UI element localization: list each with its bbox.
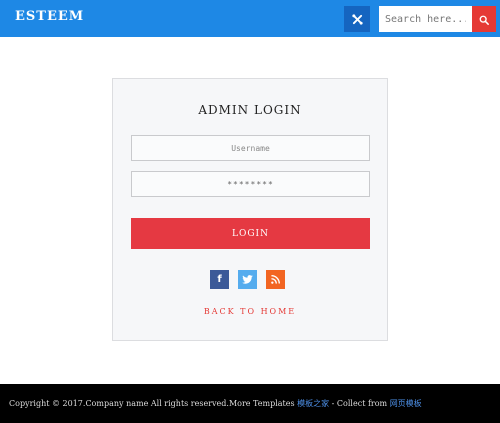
search-icon: [479, 10, 489, 29]
password-field[interactable]: [131, 171, 370, 197]
site-logo[interactable]: ESTEEM: [15, 9, 84, 24]
social-links: f: [210, 270, 285, 289]
page-footer: Copyright © 2017.Company name All rights…: [0, 384, 500, 423]
login-button[interactable]: LOGIN: [131, 218, 370, 249]
search-input[interactable]: [379, 6, 472, 32]
search-button[interactable]: [472, 6, 496, 32]
username-field[interactable]: [131, 135, 370, 161]
facebook-icon[interactable]: f: [210, 270, 229, 289]
footer-copyright: Copyright © 2017.Company name All rights…: [9, 398, 497, 409]
login-panel: ADMIN LOGIN LOGIN f BACK TO HOME: [112, 78, 388, 341]
footer-link-templates[interactable]: 模板之家: [297, 399, 329, 408]
twitter-icon[interactable]: [238, 270, 257, 289]
back-to-home-link[interactable]: BACK TO HOME: [113, 307, 387, 316]
tools-icon: [351, 10, 363, 29]
rss-icon[interactable]: [266, 270, 285, 289]
collect-text: - Collect from: [329, 399, 390, 408]
login-title: ADMIN LOGIN: [198, 103, 302, 117]
search-form: [379, 6, 496, 32]
copyright-text: Copyright © 2017.Company name All rights…: [9, 399, 298, 408]
top-header: ESTEEM: [0, 0, 500, 37]
menu-toggle-button[interactable]: [344, 6, 370, 32]
footer-link-collect[interactable]: 网页模板: [390, 399, 422, 408]
